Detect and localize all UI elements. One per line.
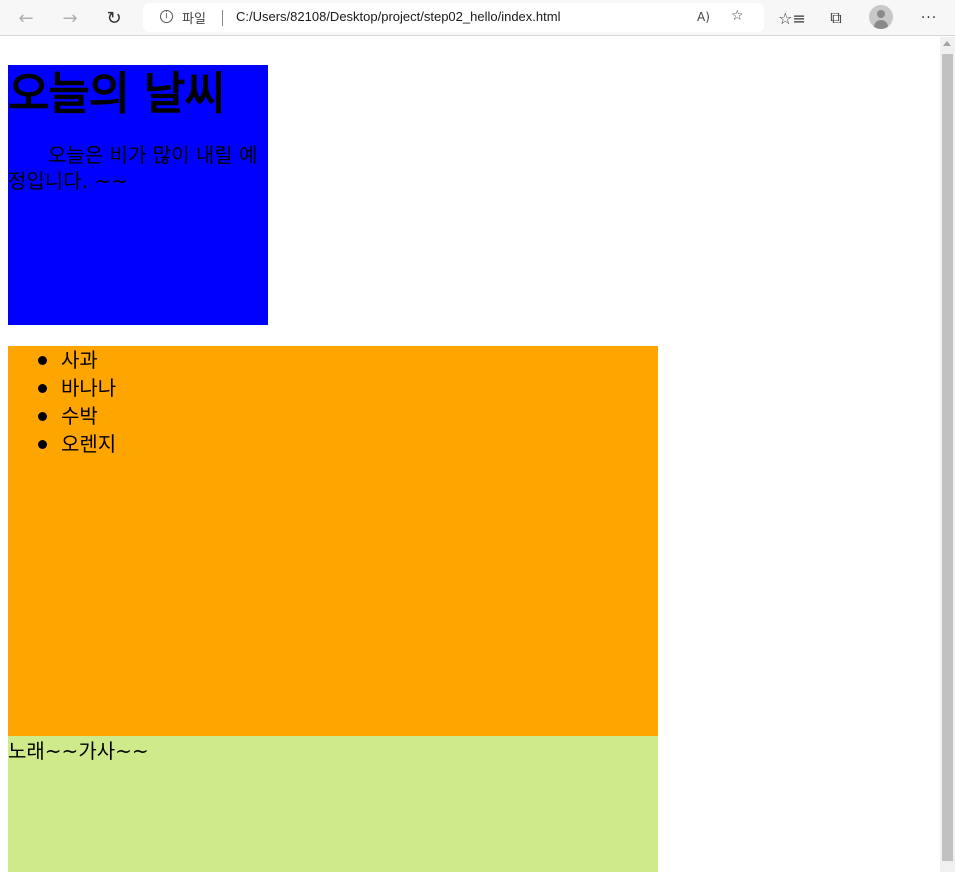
weather-section: 오늘의 날씨 오늘은 비가 많이 내릴 예정입니다. ~~: [8, 65, 268, 325]
favorites-icon[interactable]: ☆≡: [778, 6, 806, 30]
weather-description: 오늘은 비가 많이 내릴 예정입니다. ~~: [8, 143, 258, 193]
weather-title: 오늘의 날씨: [8, 67, 226, 120]
list-item: 사과: [38, 346, 658, 374]
bullet-icon: [38, 440, 47, 449]
fruit-section: 사과 바나나 수박 오렌지: [8, 346, 658, 736]
lyrics-text: 노래~~가사~~: [8, 739, 149, 763]
avatar-body: [874, 20, 888, 29]
list-item: 오렌지: [38, 430, 658, 458]
fruit-label: 바나나: [61, 376, 117, 400]
lyrics-section: 노래~~가사~~: [8, 736, 658, 872]
fruit-label: 오렌지: [61, 432, 117, 456]
list-item: 수박: [38, 402, 658, 430]
forward-arrow-icon[interactable]: →: [56, 4, 84, 32]
back-arrow-icon[interactable]: ←: [12, 4, 40, 32]
protocol-label: 파일: [182, 12, 206, 27]
bullet-icon: [38, 412, 47, 421]
vertical-scrollbar[interactable]: [940, 37, 955, 872]
read-aloud-icon[interactable]: A): [697, 10, 710, 24]
address-bar[interactable]: i 파일 C:/Users/82108/Desktop/project/step…: [143, 3, 764, 32]
browser-toolbar: ← → ↻ i 파일 C:/Users/82108/Desktop/projec…: [0, 0, 955, 36]
collections-icon[interactable]: ⧉: [824, 6, 848, 30]
address-divider: [222, 10, 223, 26]
avatar-head: [877, 10, 885, 18]
fruit-label: 사과: [61, 348, 98, 372]
fruit-list: 사과 바나나 수박 오렌지: [8, 346, 658, 458]
info-icon[interactable]: i: [160, 10, 173, 23]
more-options-icon[interactable]: ···: [917, 6, 941, 30]
list-item: 바나나: [38, 374, 658, 402]
url-text[interactable]: C:/Users/82108/Desktop/project/step02_he…: [236, 9, 560, 24]
fruit-label: 수박: [61, 404, 98, 428]
bullet-icon: [38, 356, 47, 365]
page-viewport: 오늘의 날씨 오늘은 비가 많이 내릴 예정입니다. ~~ 사과 바나나 수박 …: [0, 37, 940, 872]
reload-icon[interactable]: ↻: [100, 4, 128, 32]
profile-avatar-icon[interactable]: [869, 5, 893, 29]
scroll-up-arrow-icon[interactable]: [943, 41, 951, 46]
add-favorite-icon[interactable]: ☆: [731, 8, 744, 24]
bullet-icon: [38, 384, 47, 393]
scroll-thumb[interactable]: [942, 54, 953, 861]
